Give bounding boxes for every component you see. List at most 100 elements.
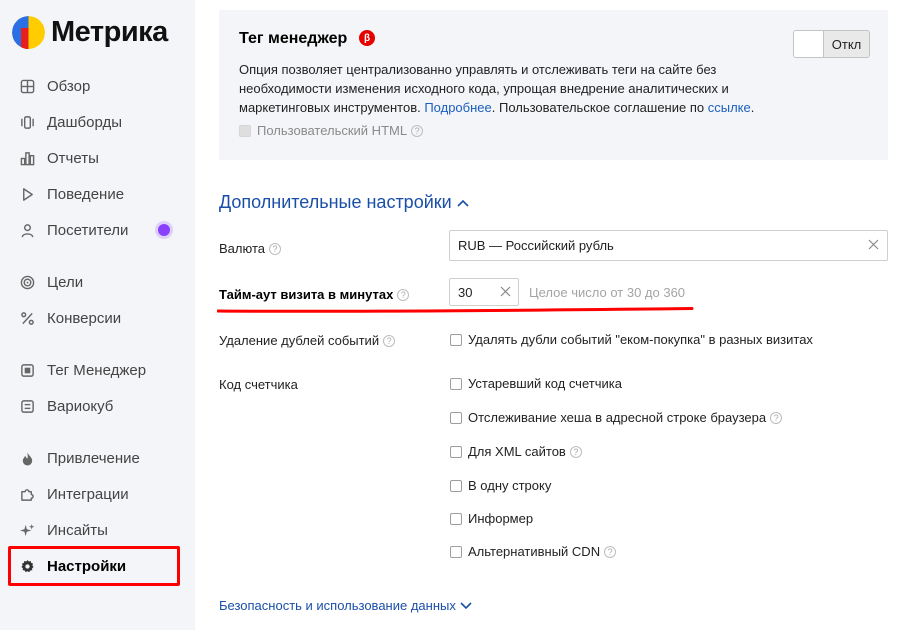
grid-icon <box>19 78 35 94</box>
label-text: Удаление дублей событий <box>219 333 380 348</box>
tag-manager-icon <box>19 362 35 378</box>
checkbox-label: Отслеживание хеша в адресной строке брау… <box>468 410 767 425</box>
help-icon[interactable]: ? <box>604 545 617 558</box>
label-text: Валюта <box>219 241 265 256</box>
alternative-cdn-checkbox[interactable]: Альтернативный CDN ? <box>450 544 617 559</box>
flame-icon <box>19 450 35 466</box>
checkbox-label: Устаревший код счетчика <box>468 376 622 391</box>
puzzle-icon <box>19 486 35 502</box>
security-section-toggle[interactable]: Безопасность и использование данных <box>219 598 472 613</box>
single-line-checkbox[interactable]: В одну строку <box>450 478 551 493</box>
checkbox-box[interactable] <box>450 479 462 492</box>
sidebar-item-goals[interactable]: Цели <box>8 265 180 299</box>
legacy-code-checkbox[interactable]: Устаревший код счетчика <box>450 376 622 391</box>
target-icon <box>19 274 35 290</box>
currency-select[interactable]: RUB — Российский рубль <box>449 230 888 261</box>
informer-checkbox[interactable]: Информер <box>450 511 533 526</box>
sidebar-item-label: Настройки <box>47 557 127 575</box>
variocube-icon <box>19 398 35 414</box>
checkbox-box[interactable] <box>450 512 462 525</box>
new-badge-dot <box>158 224 170 236</box>
checkbox-label: В одну строку <box>468 478 552 493</box>
more-link[interactable]: Подробнее <box>424 100 491 115</box>
sidebar-item-label: Посетители <box>47 221 129 239</box>
checkbox-label: Альтернативный CDN <box>468 544 601 559</box>
toggle-knob[interactable] <box>794 31 824 57</box>
timeout-input[interactable]: 30 <box>449 278 519 306</box>
metrika-logo[interactable]: Метрика <box>12 16 168 49</box>
person-icon <box>19 222 35 238</box>
clear-icon[interactable] <box>500 286 511 297</box>
dedupe-label: Удаление дублей событий ? <box>219 333 396 348</box>
checkbox-label: Для XML сайтов <box>468 444 566 459</box>
sidebar-item-label: Вариокуб <box>47 397 114 415</box>
gear-icon <box>19 558 35 574</box>
agreement-link[interactable]: ссылке <box>708 100 751 115</box>
checkbox-box[interactable] <box>239 124 251 137</box>
chevron-down-icon <box>460 601 472 609</box>
timeout-value: 30 <box>458 284 473 300</box>
dashboard-icon <box>19 114 35 130</box>
help-icon[interactable]: ? <box>269 242 281 255</box>
checkbox-box[interactable] <box>450 411 462 424</box>
sidebar-item-acquisition[interactable]: Привлечение <box>8 441 180 475</box>
sidebar-item-integrations[interactable]: Интеграции <box>8 477 180 511</box>
sidebar-item-visitors[interactable]: Посетители <box>8 213 180 247</box>
sidebar-item-variocube[interactable]: Вариокуб <box>8 389 180 423</box>
advanced-settings-toggle[interactable]: Дополнительные настройки <box>219 192 469 213</box>
beta-badge: β <box>359 30 375 46</box>
checkbox-box[interactable] <box>450 333 462 346</box>
app-name: Метрика <box>51 16 168 48</box>
help-icon[interactable]: ? <box>569 445 582 458</box>
sidebar-item-label: Привлечение <box>47 449 140 467</box>
sidebar-item-label: Обзор <box>47 77 91 95</box>
sidebar-item-overview[interactable]: Обзор <box>8 69 180 103</box>
timeout-label: Тайм-аут визита в минутах ? <box>219 287 410 302</box>
timeout-hint: Целое число от 30 до 360 <box>529 285 686 300</box>
description-text: . <box>750 100 755 115</box>
bar-chart-icon <box>19 150 35 166</box>
counter-code-label: Код счетчика <box>219 377 298 392</box>
toggle-label: Откл <box>831 36 862 52</box>
sidebar-item-dashboards[interactable]: Дашборды <box>8 105 180 139</box>
sidebar-item-label: Дашборды <box>47 113 122 131</box>
section-title: Дополнительные настройки <box>219 192 452 212</box>
sidebar-item-conversions[interactable]: Конверсии <box>8 301 180 335</box>
percent-icon <box>19 310 35 326</box>
currency-value: RUB — Российский рубль <box>458 238 614 253</box>
checkbox-label: Удалять дубли событий "еком-покупка" в р… <box>468 332 813 347</box>
sidebar-item-label: Инсайты <box>47 521 108 539</box>
sidebar-item-label: Тег Менеджер <box>47 361 147 379</box>
tag-manager-toggle[interactable]: Откл <box>793 30 870 58</box>
custom-html-checkbox[interactable]: Пользовательский HTML ? <box>239 123 424 138</box>
clear-icon[interactable] <box>868 239 879 250</box>
chevron-up-icon <box>457 199 469 207</box>
help-icon[interactable]: ? <box>397 288 410 301</box>
help-icon[interactable]: ? <box>383 334 396 347</box>
checkbox-box[interactable] <box>450 445 462 458</box>
tag-manager-card: Тег менеджер β Опция позволяет централиз… <box>219 10 888 160</box>
sidebar-item-label: Поведение <box>47 185 125 203</box>
sidebar-item-tag-manager[interactable]: Тег Менеджер <box>8 353 180 387</box>
label-text: Код счетчика <box>219 377 298 392</box>
sidebar-item-insights[interactable]: Инсайты <box>8 513 180 547</box>
sidebar-item-label: Цели <box>47 273 84 291</box>
hash-tracking-checkbox[interactable]: Отслеживание хеша в адресной строке брау… <box>450 410 783 425</box>
tag-manager-description: Опция позволяет централизованно управлят… <box>239 60 799 117</box>
sidebar-item-reports[interactable]: Отчеты <box>8 141 180 175</box>
sidebar-item-label: Конверсии <box>47 309 122 327</box>
section-link-text: Безопасность и использование данных <box>219 598 456 613</box>
currency-label: Валюта ? <box>219 241 281 256</box>
help-icon[interactable]: ? <box>770 411 783 424</box>
label-text: Тайм-аут визита в минутах <box>219 287 394 302</box>
checkbox-box[interactable] <box>450 545 462 558</box>
checkbox-box[interactable] <box>450 377 462 390</box>
sidebar-item-behavior[interactable]: Поведение <box>8 177 180 211</box>
dedupe-checkbox[interactable]: Удалять дубли событий "еком-покупка" в р… <box>450 332 813 347</box>
checkbox-label: Информер <box>468 511 534 526</box>
help-icon[interactable]: ? <box>411 124 424 137</box>
tag-manager-title: Тег менеджер <box>239 30 348 47</box>
xml-sites-checkbox[interactable]: Для XML сайтов ? <box>450 444 582 459</box>
checkbox-label: Пользовательский HTML <box>257 123 408 138</box>
sidebar-item-settings[interactable]: Настройки <box>8 546 180 586</box>
